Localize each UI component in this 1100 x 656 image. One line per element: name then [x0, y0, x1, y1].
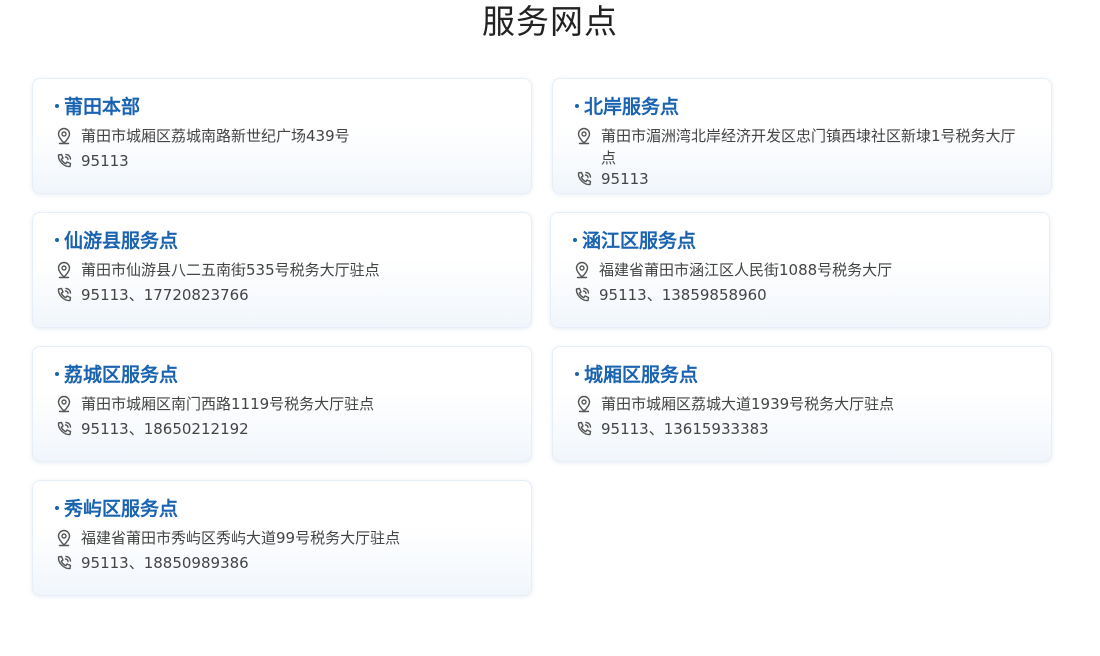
bullet-dot: [575, 103, 579, 108]
address-row: 莆田市城厢区荔城大道1939号税务大厅驻点: [575, 393, 1021, 415]
address-text: 莆田市湄洲湾北岸经济开发区忠门镇西埭社区新埭1号税务大厅点: [601, 127, 1016, 167]
service-point-name: 秀屿区服务点: [64, 498, 179, 520]
service-point-title: 莆田本部: [55, 93, 140, 121]
bullet-dot: [55, 371, 59, 376]
bullet-dot: [55, 237, 59, 242]
service-point-title: 仙游县服务点: [55, 227, 178, 255]
service-point-card[interactable]: 莆田本部 莆田市城厢区荔城南路新世纪广场439号 95113: [32, 78, 532, 194]
phone-icon: [57, 555, 72, 570]
location-pin-icon: [575, 261, 589, 279]
address-text: 莆田市仙游县八二五南街535号税务大厅驻点: [81, 261, 380, 279]
phone-text: 95113、13615933383: [601, 420, 769, 438]
phone-row: 95113、18650212192: [55, 418, 501, 440]
address-row: 莆田市城厢区荔城南路新世纪广场439号: [55, 125, 501, 147]
service-point-title: 北岸服务点: [575, 93, 679, 121]
service-point-card[interactable]: 涵江区服务点 福建省莆田市涵江区人民街1088号税务大厅 95113、13859…: [550, 212, 1050, 328]
location-pin-icon: [57, 395, 71, 413]
location-pin-icon: [577, 395, 591, 413]
service-point-name: 北岸服务点: [584, 96, 680, 118]
address-row: 莆田市城厢区南门西路1119号税务大厅驻点: [55, 393, 501, 415]
page-title: 服务网点: [482, 2, 618, 41]
phone-text: 95113、18650212192: [81, 420, 249, 438]
service-point-card[interactable]: 秀屿区服务点 福建省莆田市秀屿区秀屿大道99号税务大厅驻点 95113、1885…: [32, 480, 532, 596]
service-point-title: 秀屿区服务点: [55, 495, 178, 523]
service-point-title: 涵江区服务点: [573, 227, 696, 255]
address-text: 福建省莆田市秀屿区秀屿大道99号税务大厅驻点: [81, 529, 401, 547]
phone-row: 95113、13859858960: [573, 284, 1019, 306]
phone-icon: [57, 287, 72, 302]
phone-icon: [57, 153, 72, 168]
address-text: 莆田市城厢区荔城南路新世纪广场439号: [81, 127, 350, 145]
address-text: 莆田市城厢区南门西路1119号税务大厅驻点: [81, 395, 375, 413]
service-point-name: 荔城区服务点: [64, 364, 179, 386]
phone-text: 95113、18850989386: [81, 554, 249, 572]
location-pin-icon: [57, 127, 71, 145]
address-text: 福建省莆田市涵江区人民街1088号税务大厅: [599, 261, 893, 279]
location-pin-icon: [577, 127, 591, 145]
service-point-title: 荔城区服务点: [55, 361, 178, 389]
service-point-card[interactable]: 荔城区服务点 莆田市城厢区南门西路1119号税务大厅驻点 95113、18650…: [32, 346, 532, 462]
service-point-card[interactable]: 仙游县服务点 莆田市仙游县八二五南街535号税务大厅驻点 95113、17720…: [32, 212, 532, 328]
address-text: 莆田市城厢区荔城大道1939号税务大厅驻点: [601, 395, 895, 413]
address-row: 福建省莆田市秀屿区秀屿大道99号税务大厅驻点: [55, 527, 501, 549]
bullet-dot: [575, 371, 579, 376]
service-point-title: 城厢区服务点: [575, 361, 698, 389]
phone-icon: [577, 171, 592, 186]
phone-text: 95113: [601, 170, 649, 188]
phone-icon: [57, 421, 72, 436]
phone-row: 95113: [575, 168, 1021, 190]
address-row: 莆田市仙游县八二五南街535号税务大厅驻点: [55, 259, 501, 281]
phone-text: 95113、13859858960: [599, 286, 767, 304]
phone-icon: [577, 421, 592, 436]
phone-row: 95113: [55, 150, 501, 172]
service-point-card[interactable]: 北岸服务点 莆田市湄洲湾北岸经济开发区忠门镇西埭社区新埭1号税务大厅点 9511…: [552, 78, 1052, 194]
service-point-name: 城厢区服务点: [584, 364, 699, 386]
bullet-dot: [55, 103, 59, 108]
location-pin-icon: [57, 529, 71, 547]
service-point-card[interactable]: 城厢区服务点 莆田市城厢区荔城大道1939号税务大厅驻点 95113、13615…: [552, 346, 1052, 462]
phone-icon: [575, 287, 590, 302]
address-row: 莆田市湄洲湾北岸经济开发区忠门镇西埭社区新埭1号税务大厅点: [575, 125, 1017, 169]
phone-row: 95113、13615933383: [575, 418, 1021, 440]
phone-text: 95113、17720823766: [81, 286, 249, 304]
bullet-dot: [573, 237, 577, 242]
service-point-name: 仙游县服务点: [64, 230, 179, 252]
service-point-name: 涵江区服务点: [582, 230, 697, 252]
phone-row: 95113、17720823766: [55, 284, 501, 306]
location-pin-icon: [57, 261, 71, 279]
bullet-dot: [55, 505, 59, 510]
phone-text: 95113: [81, 152, 129, 170]
phone-row: 95113、18850989386: [55, 552, 501, 574]
address-row: 福建省莆田市涵江区人民街1088号税务大厅: [573, 259, 1019, 281]
service-point-name: 莆田本部: [64, 96, 141, 118]
